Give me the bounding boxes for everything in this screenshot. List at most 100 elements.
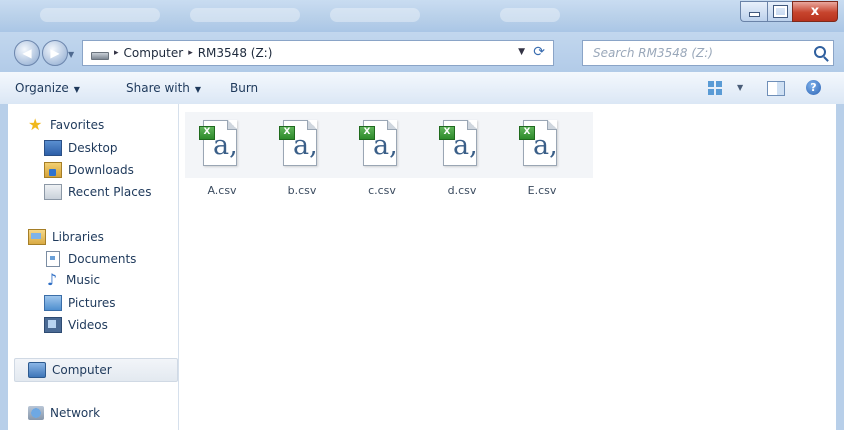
file-item[interactable]: X a, b.csv [267,118,337,198]
page-fold [307,120,317,130]
nav-videos-label: Videos [68,318,108,332]
address-bar[interactable]: ▸ Computer ▸ RM3548 (Z:) ▼ ⟳ [82,40,554,66]
title-bar[interactable]: x [0,0,844,32]
nav-libraries[interactable]: Libraries [28,229,104,245]
file-name[interactable]: E.csv [507,184,577,197]
page-fold [227,120,237,130]
nav-network[interactable]: Network [28,406,100,420]
burn-label: Burn [230,81,259,95]
nav-computer[interactable]: Computer [28,362,112,378]
pictures-icon [44,295,62,311]
page-fold [547,120,557,130]
file-list-pane[interactable]: X a, A.csv X a, b.csv X a, c.csv X a, d.… [179,104,836,430]
organize-button[interactable]: Organize ▼ [15,81,80,95]
computer-icon [28,362,46,378]
nav-desktop[interactable]: Desktop [44,140,118,156]
title-blur [40,8,160,22]
chevron-down-icon: ▼ [194,85,202,94]
close-button[interactable]: x [792,1,838,22]
csv-file-icon: X a, [519,118,559,168]
file-item[interactable]: X a, c.csv [347,118,417,198]
maximize-icon [772,5,788,18]
title-blur [190,8,300,22]
explorer-window: x ◀ ▶ ▼ ▸ Computer ▸ RM3548 (Z:) ▼ ⟳ Sea… [0,0,844,430]
forward-arrow-icon: ▶ [50,46,60,60]
nav-desktop-label: Desktop [68,141,118,155]
maximize-button[interactable] [767,1,792,22]
drive-icon [91,52,109,60]
file-item[interactable]: X a, d.csv [427,118,497,198]
command-bar: Organize ▼ Share with ▼ Burn ▼ ? [0,72,844,105]
nav-pictures[interactable]: Pictures [44,295,116,311]
file-glyph: a, [533,130,558,161]
organize-label: Organize [15,81,69,95]
libraries-icon [28,229,46,245]
file-glyph: a, [373,130,398,161]
nav-music-label: Music [66,273,101,287]
nav-favorites-label: Favorites [50,118,105,132]
address-row: ◀ ▶ ▼ ▸ Computer ▸ RM3548 (Z:) ▼ ⟳ Searc… [0,32,844,72]
documents-icon [46,251,60,267]
file-name[interactable]: d.csv [427,184,497,197]
file-name[interactable]: c.csv [347,184,417,197]
star-icon: ★ [28,115,43,134]
nav-documents-label: Documents [68,252,137,266]
refresh-icon[interactable]: ⟳ [533,44,545,60]
csv-file-icon: X a, [359,118,399,168]
file-glyph: a, [453,130,478,161]
csv-file-icon: X a, [279,118,319,168]
nav-favorites[interactable]: ★ Favorites [28,115,105,134]
chevron-down-icon: ▼ [73,85,80,94]
breadcrumb-computer[interactable]: Computer [124,46,184,60]
desktop-icon [44,140,62,156]
forward-button[interactable]: ▶ [42,40,68,66]
recent-places-icon [44,184,62,200]
address-dropdown-icon[interactable]: ▼ [518,47,525,57]
change-view-icon[interactable] [708,81,722,95]
file-glyph: a, [293,130,318,161]
nav-computer-label: Computer [52,363,112,377]
csv-file-icon: X a, [439,118,479,168]
downloads-icon [44,162,62,178]
breadcrumb-separator-icon[interactable]: ▸ [114,48,119,58]
file-item[interactable]: X a, E.csv [507,118,577,198]
burn-button[interactable]: Burn [230,81,258,95]
nav-downloads-label: Downloads [68,163,134,177]
recent-pages-dropdown-icon[interactable]: ▼ [68,50,74,59]
close-icon: x [810,4,820,19]
window-controls: x [740,1,838,22]
nav-pictures-label: Pictures [68,296,116,310]
nav-documents[interactable]: Documents [44,251,136,267]
back-button[interactable]: ◀ [14,40,40,66]
csv-file-icon: X a, [199,118,239,168]
view-options-dropdown-icon[interactable]: ▼ [737,83,743,92]
search-input[interactable]: Search RM3548 (Z:) [582,40,834,66]
network-icon [28,406,44,420]
preview-pane-icon[interactable] [767,81,785,96]
window-frame-right [836,104,844,430]
window-frame-left [0,104,8,430]
file-name[interactable]: A.csv [187,184,257,197]
file-name[interactable]: b.csv [267,184,337,197]
minimize-button[interactable] [740,1,767,22]
nav-downloads[interactable]: Downloads [44,162,134,178]
nav-videos[interactable]: Videos [44,317,108,333]
page-fold [467,120,477,130]
share-with-button[interactable]: Share with ▼ [126,81,201,95]
nav-music[interactable]: ♪ Music [44,270,101,289]
nav-recent-places[interactable]: Recent Places [44,184,151,200]
music-icon: ♪ [46,270,58,289]
search-icon[interactable] [814,46,826,58]
back-arrow-icon: ◀ [22,46,32,60]
nav-network-label: Network [50,406,101,420]
navigation-pane[interactable]: ★ Favorites Desktop Downloads Recent Pla… [8,104,179,430]
help-icon[interactable]: ? [806,80,821,95]
breadcrumb-separator-icon[interactable]: ▸ [188,48,193,58]
file-item[interactable]: X a, A.csv [187,118,257,198]
share-with-label: Share with [126,81,190,95]
title-blur [500,8,560,22]
breadcrumb-drive[interactable]: RM3548 (Z:) [198,46,273,60]
file-glyph: a, [213,130,238,161]
nav-recent-label: Recent Places [68,185,152,199]
title-blur [330,8,420,22]
